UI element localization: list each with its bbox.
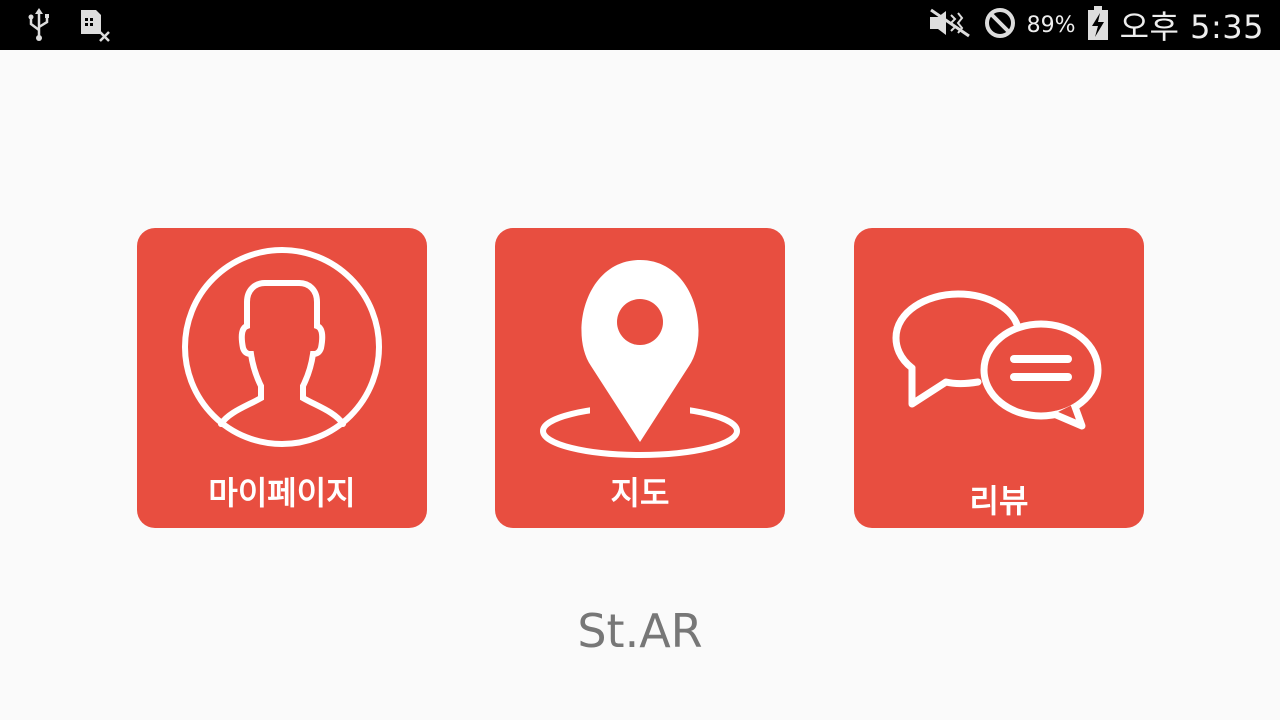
battery-charging-icon: [1086, 5, 1110, 45]
tile-review[interactable]: 리뷰: [854, 228, 1144, 528]
sim-card-missing-icon: [78, 8, 112, 46]
clock: 오후 5:35: [1119, 8, 1264, 46]
chat-bubbles-icon: [892, 290, 1102, 430]
vibrate-mute-icon: [927, 8, 973, 42]
tile-map-label: 지도: [610, 474, 670, 512]
do-not-disturb-icon: [983, 6, 1017, 44]
map-pin-icon: [540, 260, 740, 458]
tile-map[interactable]: 지도: [495, 228, 785, 528]
user-profile-icon: [182, 247, 382, 447]
battery-percent: 89%: [1026, 12, 1076, 38]
tile-my-page[interactable]: 마이페이지: [137, 228, 427, 528]
status-bar: 89% 오후 5:35: [0, 0, 1280, 50]
tile-my-page-label: 마이페이지: [208, 474, 356, 512]
tile-review-label: 리뷰: [969, 482, 1029, 520]
app-name: St.AR: [577, 604, 703, 658]
usb-icon: [26, 8, 52, 46]
